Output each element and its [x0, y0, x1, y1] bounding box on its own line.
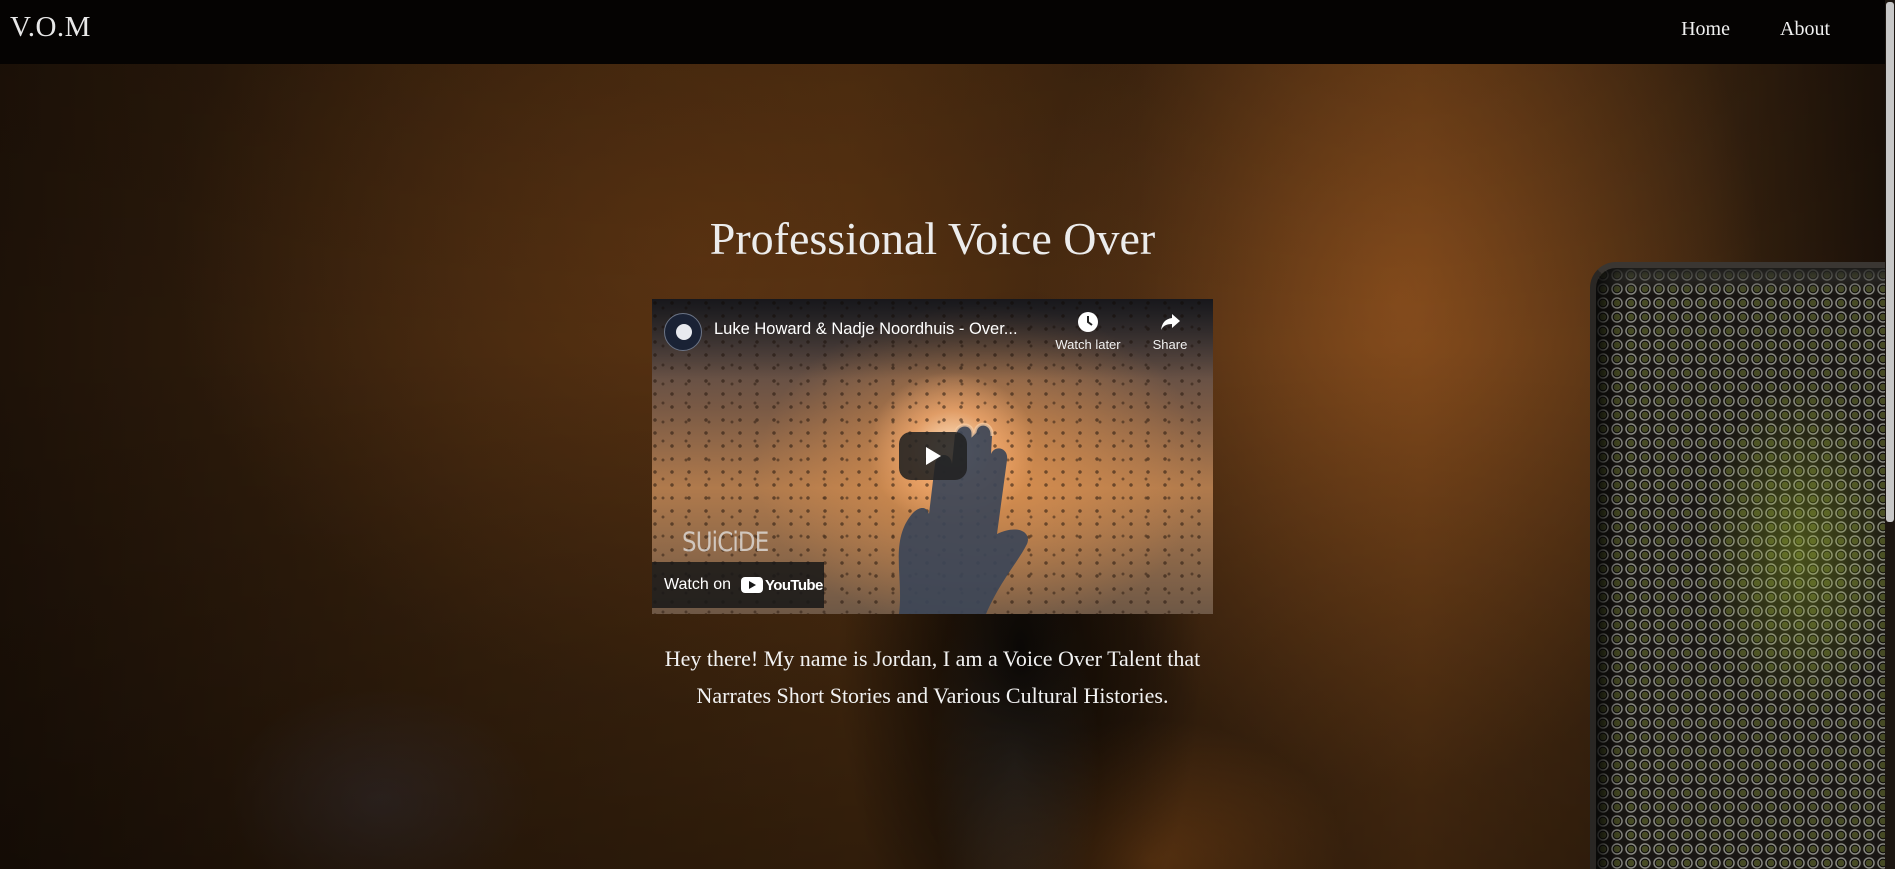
youtube-logo-text: YouTube	[765, 576, 823, 594]
bio-text: Hey there! My name is Jordan, I am a Voi…	[664, 646, 1201, 708]
watch-on-youtube-link[interactable]: Watch on YouTube	[652, 562, 824, 608]
video-title[interactable]: Luke Howard & Nadje Noordhuis - Over...	[714, 320, 1044, 339]
navbar: V.O.M Home About	[0, 0, 1885, 64]
hand-thumbnail	[898, 422, 1028, 614]
nav-link-home[interactable]: Home	[1681, 18, 1730, 41]
watch-on-label: Watch on	[664, 576, 731, 593]
channel-avatar[interactable]	[664, 313, 702, 351]
youtube-embed[interactable]: Luke Howard & Nadje Noordhuis - Over... …	[652, 299, 1213, 614]
video-top-shade	[652, 299, 1213, 379]
youtube-logo: YouTube	[741, 577, 823, 594]
share-button[interactable]: Share	[1140, 311, 1200, 352]
play-button[interactable]	[899, 432, 967, 480]
play-icon	[926, 447, 941, 465]
nav-link-about[interactable]: About	[1780, 18, 1830, 41]
share-label: Share	[1152, 337, 1188, 352]
scrollbar-thumb[interactable]	[1886, 2, 1894, 522]
clock-icon	[1078, 312, 1098, 332]
brand-logo[interactable]: V.O.M	[10, 11, 91, 44]
youtube-play-icon	[741, 577, 763, 593]
watch-later-button[interactable]: Watch later	[1048, 311, 1128, 352]
thumbnail-text: SUiCiDE	[682, 527, 769, 558]
nav-links: Home About	[1681, 18, 1830, 41]
microphone-image	[1590, 262, 1895, 869]
page-title: Professional Voice Over	[709, 213, 1156, 264]
share-icon	[1161, 314, 1180, 330]
watch-later-label: Watch later	[1055, 337, 1121, 352]
page-scrollbar[interactable]	[1885, 0, 1895, 869]
